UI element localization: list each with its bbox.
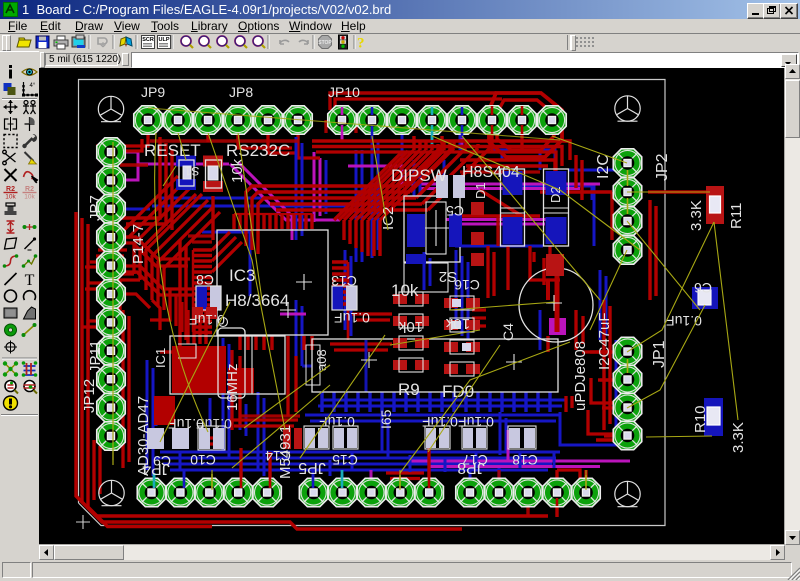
- svg-text:16MHz: 16MHz: [224, 363, 241, 411]
- svg-text:3.3K: 3.3K: [688, 200, 705, 231]
- svg-text:C8: C8: [196, 272, 214, 288]
- svg-text:C10: C10: [190, 452, 216, 468]
- svg-text:RESET: RESET: [144, 141, 201, 160]
- svg-text:H8/3664: H8/3664: [225, 291, 289, 310]
- svg-text:T: T: [25, 272, 35, 289]
- svg-text:10k: 10k: [5, 194, 16, 201]
- svg-text:IC2: IC2: [380, 207, 397, 230]
- svg-text:JP8: JP8: [229, 84, 253, 100]
- svg-text:P14-7: P14-7: [130, 224, 147, 264]
- svg-text:JP10: JP10: [328, 84, 360, 100]
- svg-text:RS232C: RS232C: [226, 141, 290, 160]
- svg-text:10k: 10k: [398, 318, 423, 335]
- svg-text:3.3K: 3.3K: [730, 422, 747, 453]
- svg-text:?: ?: [357, 36, 365, 52]
- svg-text:R11: R11: [728, 203, 745, 229]
- svg-text:JP7: JP7: [87, 195, 104, 221]
- svg-text:I2C: I2C: [595, 154, 612, 179]
- svg-text:10k: 10k: [391, 281, 419, 300]
- svg-text:C16: C16: [454, 277, 480, 293]
- svg-text:SCR: SCR: [142, 37, 154, 43]
- svg-text:JP12: JP12: [81, 379, 98, 413]
- svg-text:10k: 10k: [445, 315, 470, 332]
- svg-text:JP8: JP8: [457, 459, 485, 476]
- svg-text:D2: D2: [548, 186, 563, 203]
- svg-text:JP1: JP1: [651, 340, 668, 368]
- svg-text:0.1uF: 0.1uF: [458, 414, 494, 430]
- svg-text:10k: 10k: [24, 194, 35, 201]
- svg-text:IC1: IC1: [153, 348, 168, 368]
- svg-text:uPDJe808: uPDJe808: [572, 341, 589, 411]
- svg-text:JP5: JP5: [298, 459, 326, 476]
- svg-text:R9: R9: [398, 380, 420, 399]
- svg-text:S1: S1: [184, 164, 199, 178]
- svg-text:4°: 4°: [30, 83, 36, 89]
- svg-text:C18: C18: [512, 452, 538, 468]
- svg-text:R10: R10: [692, 405, 709, 433]
- svg-text:I65: I65: [378, 409, 394, 429]
- svg-text:JP4: JP4: [142, 460, 170, 477]
- svg-text:DIPSW: DIPSW: [391, 166, 447, 185]
- svg-text:JP11: JP11: [87, 340, 104, 373]
- svg-text:C14: C14: [265, 448, 291, 464]
- svg-text:D1: D1: [473, 182, 488, 199]
- svg-text:JP9: JP9: [141, 84, 165, 100]
- svg-text:C6: C6: [694, 280, 712, 296]
- svg-text:H8S404: H8S404: [462, 164, 520, 181]
- svg-text:0.1uF: 0.1uF: [189, 312, 225, 328]
- svg-text:C4: C4: [500, 323, 516, 341]
- svg-text:C13: C13: [331, 273, 357, 289]
- svg-text:STOP: STOP: [318, 40, 332, 46]
- svg-text:ULP: ULP: [159, 37, 170, 43]
- svg-text:C5: C5: [446, 203, 464, 219]
- svg-text:0.1uF: 0.1uF: [334, 310, 370, 326]
- svg-text:I2C47uF: I2C47uF: [596, 312, 613, 370]
- svg-text:C15: C15: [332, 452, 358, 468]
- svg-text:JP2: JP2: [654, 153, 671, 181]
- svg-text:IC3: IC3: [229, 266, 255, 285]
